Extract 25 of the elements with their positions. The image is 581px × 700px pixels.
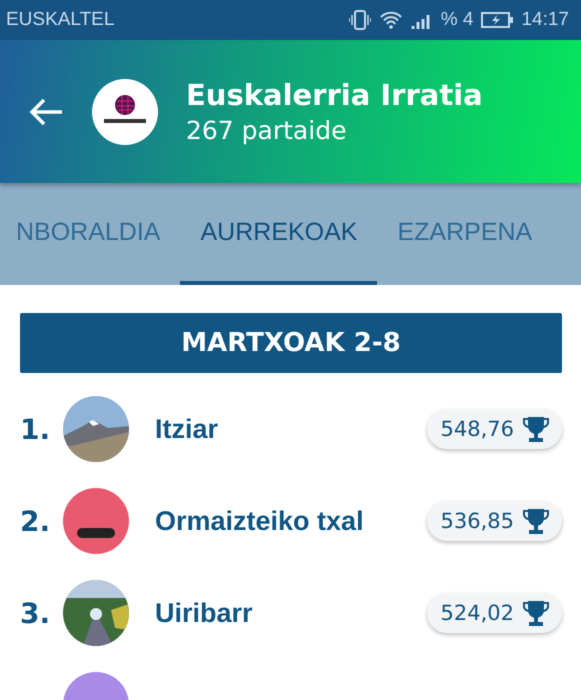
group-logo-icon bbox=[92, 78, 158, 144]
trophy-icon bbox=[522, 599, 550, 627]
tab[interactable]: EZARPENA bbox=[377, 183, 552, 285]
battery-percentage: % 4 bbox=[440, 9, 474, 31]
wifi-icon bbox=[378, 11, 403, 29]
points-value: 524,02 bbox=[440, 601, 514, 625]
clock-time: 14:17 bbox=[521, 9, 569, 31]
battery-charging-icon bbox=[481, 12, 514, 28]
member-count: 267 partaide bbox=[186, 116, 348, 145]
player-name: Uiribarr bbox=[155, 598, 254, 628]
week-banner: MARTXOAK 2-8 bbox=[20, 313, 562, 373]
vibrate-icon bbox=[348, 10, 371, 30]
points-value: 548,76 bbox=[440, 417, 514, 441]
tab[interactable]: AURREKOAK bbox=[180, 183, 378, 285]
carrier-name: EUSKALTEL bbox=[6, 9, 116, 31]
rank-number: 1. bbox=[20, 412, 52, 446]
tab[interactable]: NBORALDIA bbox=[0, 183, 180, 285]
rank-number: 3. bbox=[20, 596, 52, 630]
player-name: Ormaizteiko txal bbox=[155, 506, 365, 536]
trophy-icon bbox=[522, 507, 550, 535]
group-title: Euskalerria Irratia bbox=[186, 78, 483, 112]
player-name: Itziar bbox=[155, 414, 220, 444]
trophy-icon bbox=[522, 415, 550, 443]
points-value: 536,85 bbox=[440, 509, 514, 533]
rank-number: 2. bbox=[20, 504, 52, 538]
